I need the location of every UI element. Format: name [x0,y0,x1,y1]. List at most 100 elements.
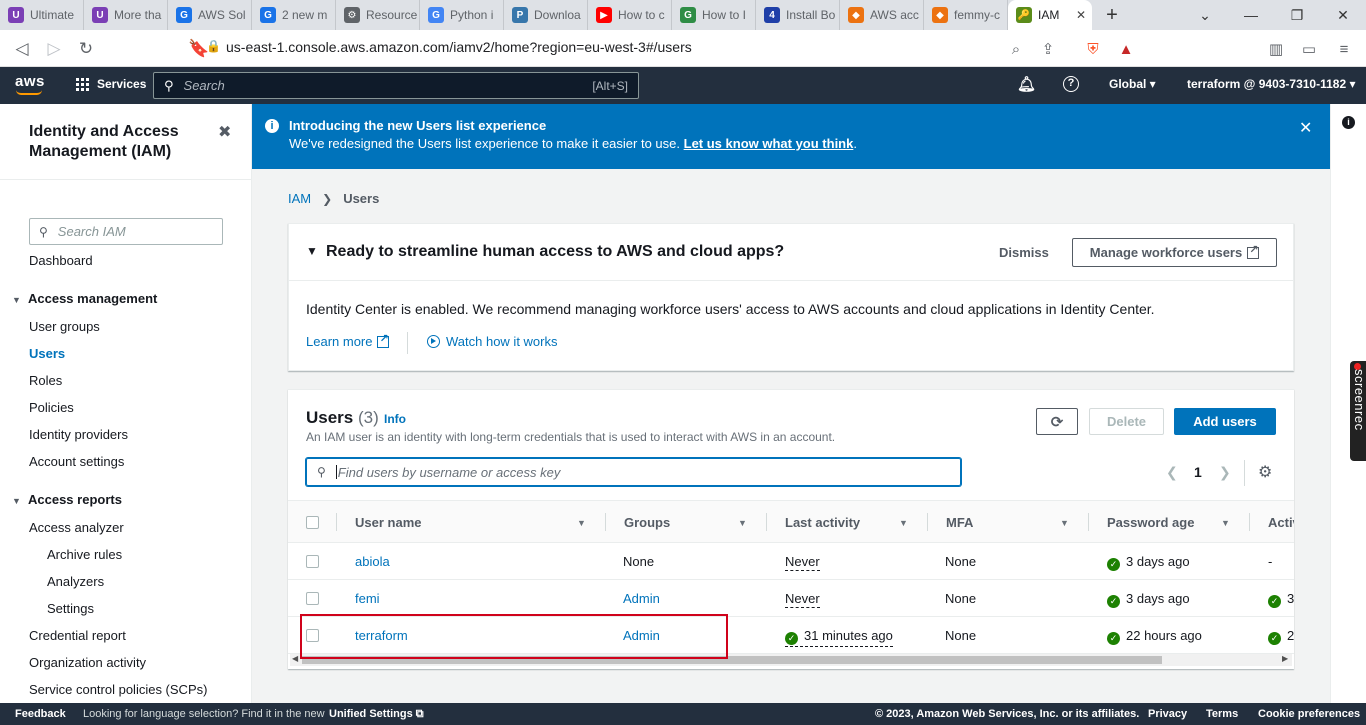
help-icon[interactable]: ? [1063,76,1079,92]
services-menu[interactable]: Services [76,77,146,91]
cookie-preferences-link[interactable]: Cookie preferences [1258,708,1360,720]
table-row[interactable]: femi Admin Never None ✓ 3 days ago ✓ 3 [288,580,1294,617]
sidebar-item-users[interactable]: Users [29,346,65,361]
feedback-link[interactable]: Let us know what you think [684,136,854,151]
sidebar-item-scps[interactable]: Service control policies (SCPs) [29,682,207,697]
browser-tab[interactable]: 4 Install Bo [756,0,840,30]
browser-tab[interactable]: U More tha [84,0,168,30]
delete-button[interactable]: Delete [1089,408,1164,435]
sidebar-item-roles[interactable]: Roles [29,373,62,388]
browser-tab[interactable]: G AWS Sol [168,0,252,30]
groups-cell[interactable]: Admin [623,628,660,643]
sidebar-item-user-groups[interactable]: User groups [29,319,100,334]
table-row[interactable]: abiola None Never None ✓ 3 days ago - [288,543,1294,580]
col-last-activity[interactable]: Last activity [785,515,860,530]
browser-tab[interactable]: U Ultimate [0,0,84,30]
info-link[interactable]: Info [384,412,406,426]
unified-settings-link[interactable]: Unified Settings ⧉ [329,708,424,721]
feedback-link[interactable]: Feedback [15,708,66,720]
terms-link[interactable]: Terms [1206,708,1238,720]
col-user-name[interactable]: User name [355,515,421,530]
scroll-right-icon[interactable]: ▶ [1282,654,1288,663]
share-icon[interactable]: ⇪ [1037,38,1059,60]
sort-icon[interactable]: ▼ [738,518,747,528]
sidebar-item-credential-report[interactable]: Credential report [29,628,126,643]
sort-icon[interactable]: ▼ [1221,518,1230,528]
browser-menu-icon[interactable]: ≡ [1333,38,1355,60]
col-mfa[interactable]: MFA [946,515,973,530]
privacy-link[interactable]: Privacy [1148,708,1187,720]
caret-down-icon[interactable]: ▼ [12,295,21,305]
col-active-key[interactable]: Activ [1268,515,1294,530]
prev-page-icon[interactable]: ❮ [1166,464,1178,481]
sidebar-item-settings[interactable]: Settings [47,601,94,616]
sidebar-item-organization-activity[interactable]: Organization activity [29,655,146,670]
row-checkbox[interactable] [306,629,319,642]
breadcrumb-iam[interactable]: IAM [288,191,311,206]
horizontal-scrollbar[interactable]: ◀ ▶ [290,654,1292,666]
manage-workforce-users-button[interactable]: Manage workforce users [1072,238,1277,267]
last-activity-cell[interactable]: Never [785,591,820,608]
browser-tab[interactable]: G Python i [420,0,504,30]
browser-tab[interactable]: P Downloa [504,0,588,30]
brave-shield-icon[interactable]: ⛨ [1082,38,1104,60]
sort-icon[interactable]: ▼ [577,518,586,528]
watch-how-it-works-link[interactable]: Watch how it works [427,334,558,349]
identity-center-heading[interactable]: Ready to streamline human access to AWS … [326,243,784,261]
sidebar-item-analyzers[interactable]: Analyzers [47,574,104,589]
info-panel-icon[interactable]: i [1342,116,1355,129]
gear-icon[interactable]: ⚙ [1258,462,1272,482]
learn-more-link[interactable]: Learn more [306,332,390,349]
url-field[interactable]: 🔒 us-east-1.console.aws.amazon.com/iamv2… [206,39,692,55]
sidebar-item-account-settings[interactable]: Account settings [29,454,124,469]
col-groups[interactable]: Groups [624,515,670,530]
sidebar-search-input[interactable]: ⚲ Search IAM [29,218,223,245]
groups-cell[interactable]: Admin [623,591,660,606]
reload-icon[interactable]: ↻ [74,37,98,61]
browser-tab[interactable]: ◆ AWS acc [840,0,924,30]
sidebar-item-access-analyzer[interactable]: Access analyzer [29,520,124,535]
user-name-link[interactable]: terraform [355,628,408,643]
sidebar-item-dashboard[interactable]: Dashboard [29,253,93,268]
region-selector[interactable]: Global ▾ [1109,77,1156,91]
forward-icon[interactable]: ▷ [42,37,66,61]
sort-icon[interactable]: ▼ [1060,518,1069,528]
aws-logo[interactable]: aws [15,73,45,95]
sidebar-item-policies[interactable]: Policies [29,400,74,415]
sort-icon[interactable]: ▼ [899,518,908,528]
maximize-icon[interactable]: ❐ [1274,0,1320,30]
add-users-button[interactable]: Add users [1174,408,1276,435]
caret-down-icon[interactable]: ▼ [12,496,21,506]
wallet-icon[interactable]: ▭ [1298,38,1320,60]
notifications-bell-icon[interactable]: 🔔︎ [1017,75,1036,93]
screenrec-widget[interactable]: screenrec [1350,361,1366,461]
table-row[interactable]: terraform Admin ✓ 31 minutes ago None ✓ 22 hou… [288,617,1294,654]
close-tab-icon[interactable]: ✕ [1076,8,1086,22]
brave-rewards-icon[interactable]: ▲ [1115,38,1137,60]
users-filter-input[interactable]: ⚲ Find users by username or access key [306,458,961,486]
browser-tab[interactable]: ▶ How to c [588,0,672,30]
page-number[interactable]: 1 [1194,464,1202,480]
browser-tab[interactable]: ◆ femmy-c [924,0,1008,30]
dismiss-button[interactable]: Dismiss [999,245,1049,260]
sidebar-section-access-management[interactable]: Access management [28,291,157,306]
back-icon[interactable]: ◁ [10,37,34,61]
row-checkbox[interactable] [306,555,319,568]
sidebar-item-archive-rules[interactable]: Archive rules [47,547,122,562]
browser-tab[interactable]: ⚙ Resource [336,0,420,30]
tab-search-icon[interactable]: ⌄ [1182,0,1228,30]
scroll-left-icon[interactable]: ◀ [292,654,298,663]
sidebar-section-access-reports[interactable]: Access reports [28,492,122,507]
browser-tab[interactable]: G 2 new m [252,0,336,30]
zoom-icon[interactable]: ⌕ [1005,38,1027,60]
browser-tab[interactable]: 🔑 IAM ✕ [1008,0,1092,30]
account-menu[interactable]: terraform @ 9403-7310-1182 ▾ [1187,77,1356,91]
col-password-age[interactable]: Password age [1107,515,1194,530]
new-tab-icon[interactable]: + [1092,0,1132,30]
last-activity-cell[interactable]: Never [785,554,820,571]
collapse-triangle-icon[interactable]: ▼ [306,244,318,258]
sidebar-toggle-icon[interactable]: ▥ [1265,38,1287,60]
user-name-link[interactable]: abiola [355,554,390,569]
refresh-button[interactable]: ⟳ [1036,408,1078,435]
row-checkbox[interactable] [306,592,319,605]
